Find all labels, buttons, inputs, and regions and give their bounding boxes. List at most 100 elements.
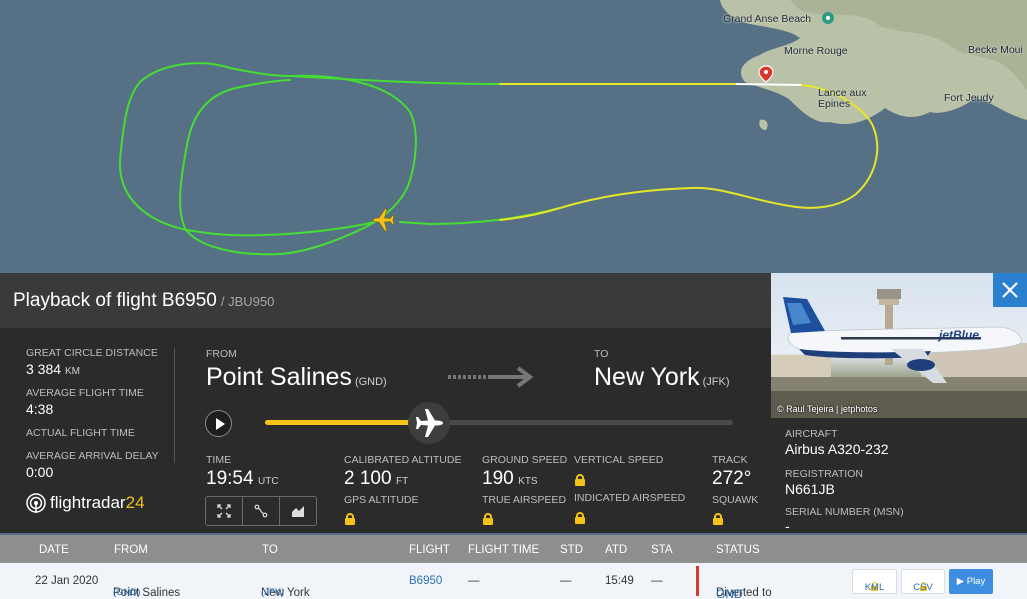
row-flight[interactable]: B6950 xyxy=(409,575,442,587)
gps-lock-icon[interactable] xyxy=(345,513,355,525)
play-button[interactable]: ▶ Play xyxy=(949,569,993,594)
track-loop-outer xyxy=(118,62,376,237)
ias-lock-icon[interactable] xyxy=(575,512,585,524)
time-value: 19:54 UTC xyxy=(206,468,279,490)
cas-unit: FT xyxy=(396,476,409,487)
playback-progress-fill xyxy=(265,420,429,425)
route-arrow-icon xyxy=(448,366,534,388)
livery-text: jetBlue xyxy=(937,328,979,342)
cas-number: 2 100 xyxy=(344,468,392,489)
col-std: STD xyxy=(560,544,583,556)
route-button[interactable] xyxy=(243,497,280,525)
to-label: TO xyxy=(594,348,609,360)
kml-label: KML xyxy=(864,582,885,593)
kml-button[interactable]: KML xyxy=(852,569,897,594)
col-date: DATE xyxy=(39,544,69,556)
close-button[interactable] xyxy=(993,273,1027,307)
msn-value: - xyxy=(785,518,790,534)
col-flight: FLIGHT xyxy=(409,544,450,556)
runway xyxy=(734,83,803,86)
vs-lock-icon[interactable] xyxy=(575,474,585,486)
time-unit: UTC xyxy=(258,476,279,487)
table-row[interactable]: 22 Jan 2020 Point Salines (GND) New York… xyxy=(0,563,1027,599)
row-status-code[interactable]: GND xyxy=(716,587,743,599)
gcd-label: GREAT CIRCLE DISTANCE xyxy=(26,347,158,359)
chart-icon xyxy=(292,506,304,517)
aft-label: AVERAGE FLIGHT TIME xyxy=(26,387,144,399)
registration-value[interactable]: N661JB xyxy=(785,481,835,497)
squawk-label: SQUAWK xyxy=(712,494,759,506)
row-to-code: (JFK) xyxy=(261,587,285,598)
msn-label: SERIAL NUMBER (MSN) xyxy=(785,506,904,518)
logo-text: flightradar xyxy=(50,493,126,512)
fr24-logo[interactable]: flightradar 24 xyxy=(26,493,145,513)
aircraft-panel: jetBlue © Raul Tejeira | jetphotos AIRCR… xyxy=(771,273,1027,534)
route-icon xyxy=(254,504,268,518)
vs-label: VERTICAL SPEED xyxy=(574,454,664,466)
playback-knob[interactable] xyxy=(407,402,450,444)
aft-value: 4:38 xyxy=(26,401,54,417)
to-city-name: New York xyxy=(594,363,700,391)
logo-num: 24 xyxy=(125,493,145,512)
track-value: 272° xyxy=(712,468,752,489)
photo-credit[interactable]: © Raul Tejeira | jetphotos xyxy=(777,404,877,414)
land-islet-2 xyxy=(759,119,768,130)
divider xyxy=(174,348,175,463)
map-label-grand-anse: Grand Anse Beach xyxy=(723,13,812,25)
status-indicator xyxy=(696,566,699,596)
from-code: (GND) xyxy=(354,376,387,388)
tas-lock-icon[interactable] xyxy=(483,513,493,525)
expand-button[interactable] xyxy=(206,497,243,525)
track-label: TRACK xyxy=(712,454,748,466)
playback-progress-bar[interactable] xyxy=(265,420,733,425)
radar-icon xyxy=(26,493,46,513)
cas-label: CALIBRATED ALTITUDE xyxy=(344,454,462,466)
time-number: 19:54 xyxy=(206,468,254,489)
registration-label: REGISTRATION xyxy=(785,468,863,480)
csv-label: CSV xyxy=(913,582,933,593)
map-label-fort-jeudy: Fort Jeudy xyxy=(944,92,994,104)
close-icon xyxy=(1002,282,1018,298)
map-label-lance-aux-epines: Lance aux Epines xyxy=(818,87,867,110)
col-to: TO xyxy=(262,544,278,556)
track-approach xyxy=(289,75,501,85)
playback-header: Playback of flight B6950/ JBU950 xyxy=(0,273,771,328)
ias-label: INDICATED AIRSPEED xyxy=(574,492,686,504)
track-loop-inner xyxy=(179,74,417,256)
col-status: STATUS xyxy=(716,544,760,556)
gps-label: GPS ALTITUDE xyxy=(344,494,419,506)
track-return xyxy=(399,207,561,225)
flight-map[interactable]: Grand Anse Beach Morne Rouge Becke Moui … xyxy=(0,0,1027,273)
aircraft-photo[interactable]: jetBlue © Raul Tejeira | jetphotos xyxy=(771,273,1027,418)
flights-table-header: DATE FROM TO FLIGHT FLIGHT TIME STD ATD … xyxy=(0,535,1027,563)
aircraft-marker xyxy=(372,208,395,232)
cas-value: 2 100 FT xyxy=(344,468,408,490)
chart-button[interactable] xyxy=(280,497,316,525)
from-city: Point Salines (GND) xyxy=(206,363,387,392)
row-std: — xyxy=(560,575,572,587)
airplane-icon xyxy=(415,409,443,437)
to-code: (JFK) xyxy=(702,376,730,388)
col-flight-time: FLIGHT TIME xyxy=(468,544,540,556)
actual-time-label: ACTUAL FLIGHT TIME xyxy=(26,427,135,439)
squawk-lock-icon[interactable] xyxy=(713,513,723,525)
row-atd: 15:49 xyxy=(605,575,634,587)
col-from: FROM xyxy=(114,544,148,556)
callsign: / JBU950 xyxy=(220,294,275,309)
gcd-number: 3 384 xyxy=(26,361,62,377)
delay-value: 0:00 xyxy=(26,464,54,480)
gcd-value: 3 384 KM xyxy=(26,361,80,377)
aircraft-type-label: AIRCRAFT xyxy=(785,428,838,440)
playback-play-button[interactable] xyxy=(205,410,232,437)
row-sta: — xyxy=(651,575,663,587)
delay-label: AVERAGE ARRIVAL DELAY xyxy=(26,450,159,462)
gs-value: 190 KTS xyxy=(482,468,538,490)
map-canvas xyxy=(118,0,1027,256)
gs-label: GROUND SPEED xyxy=(482,454,568,466)
map-label-morne-rouge: Morne Rouge xyxy=(784,45,848,57)
aircraft-type-value: Airbus A320-232 xyxy=(785,441,889,457)
flight-info-panel: GREAT CIRCLE DISTANCE 3 384 KM AVERAGE F… xyxy=(0,328,771,533)
csv-button[interactable]: CSV xyxy=(901,569,945,594)
to-city: New York (JFK) xyxy=(594,363,730,392)
beach-icon xyxy=(822,12,834,24)
